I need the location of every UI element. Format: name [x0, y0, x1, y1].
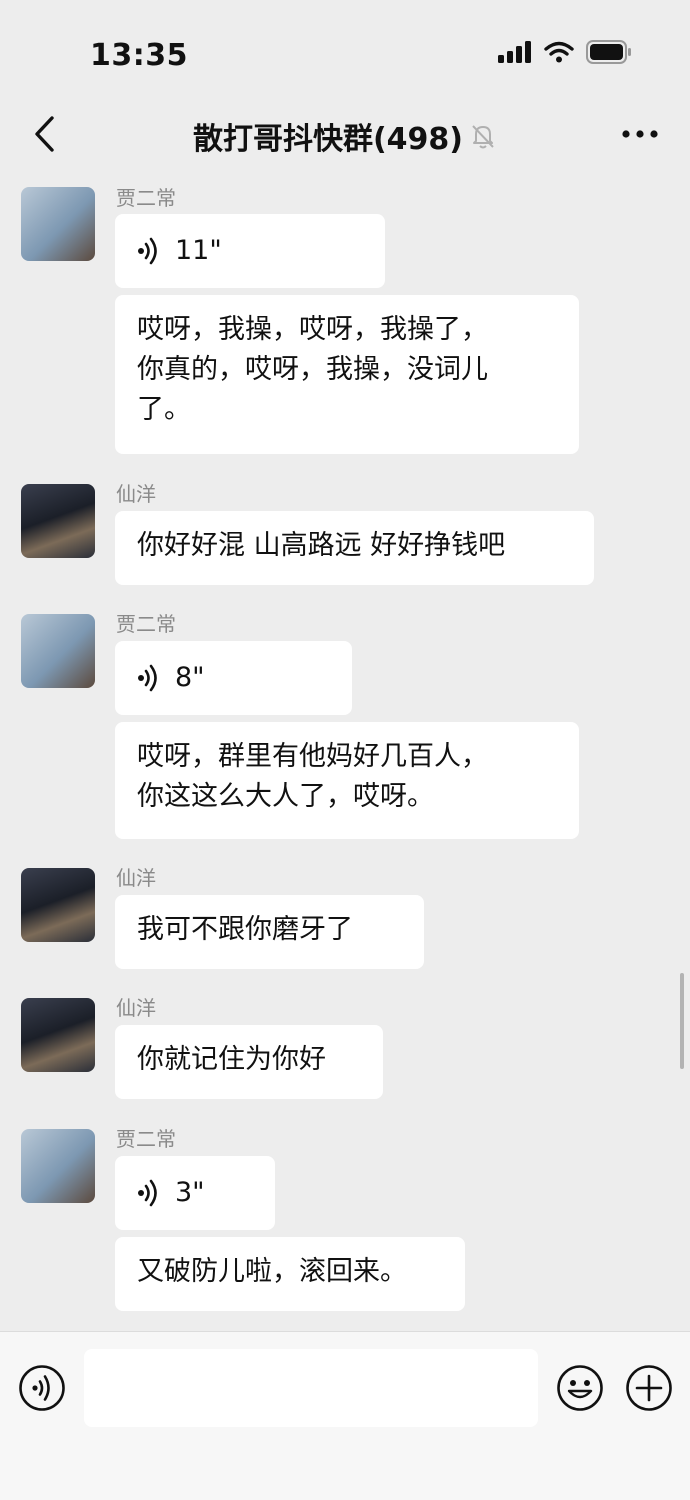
message-input[interactable]	[84, 1349, 538, 1427]
group-name: 散打哥抖快群(498)	[192, 122, 464, 157]
voice-message[interactable]: 3"	[115, 1156, 275, 1230]
text-message[interactable]: 哎呀，我操，哎呀，我操了， 你真的，哎呀，我操，没词儿 了。	[115, 295, 579, 454]
wifi-icon	[544, 41, 574, 63]
scrollbar[interactable]	[680, 973, 684, 1069]
sender-name: 贾二常	[116, 1127, 176, 1151]
message-line: 你这这么大人了，哎呀。	[137, 781, 434, 812]
sender-name: 仙洋	[116, 866, 156, 890]
muted-bell-icon	[472, 125, 494, 149]
message-line: 你好好混 山高路远 好好挣钱吧	[137, 530, 506, 561]
message-line: 哎呀，群里有他妈好几百人，	[137, 741, 488, 772]
sender-name: 贾二常	[116, 186, 176, 210]
voice-message[interactable]: 8"	[115, 641, 352, 715]
message-line: 我可不跟你磨牙了	[137, 914, 353, 945]
status-bar: 13:35	[0, 0, 690, 100]
avatar[interactable]	[21, 1129, 95, 1203]
text-message[interactable]: 我可不跟你磨牙了	[115, 895, 424, 969]
status-time: 13:35	[90, 38, 188, 73]
message-line: 你真的，哎呀，我操，没词儿	[137, 354, 488, 385]
message-line: 哎呀，我操，哎呀，我操了，	[137, 314, 488, 345]
voice-wave-icon	[138, 1179, 157, 1207]
avatar[interactable]	[21, 998, 95, 1072]
status-icons	[498, 40, 632, 64]
nav-bar: 散打哥抖快群(498)	[0, 100, 690, 170]
emoji-icon[interactable]	[556, 1364, 604, 1412]
avatar[interactable]	[21, 868, 95, 942]
chat-title: 散打哥抖快群(498)	[0, 114, 690, 158]
message-line: 又破防儿啦，滚回来。	[137, 1256, 407, 1287]
battery-icon	[586, 40, 631, 64]
voice-wave-icon	[138, 237, 157, 265]
plus-icon[interactable]	[625, 1364, 673, 1412]
voice-input-icon[interactable]	[18, 1364, 66, 1412]
voice-duration: 11"	[175, 235, 222, 266]
text-message[interactable]: 你就记住为你好	[115, 1025, 383, 1099]
text-message[interactable]: 哎呀，群里有他妈好几百人， 你这这么大人了，哎呀。	[115, 722, 579, 839]
signal-icon	[498, 41, 531, 63]
message-list[interactable]: 贾二常 11" 哎呀，我操，哎呀，我操了， 你真的，哎呀，我操，没词儿 了。 仙…	[0, 170, 690, 1330]
sender-name: 仙洋	[116, 996, 156, 1020]
avatar[interactable]	[21, 484, 95, 558]
message-line: 了。	[137, 394, 191, 425]
voice-message[interactable]: 11"	[115, 214, 385, 288]
avatar[interactable]	[21, 614, 95, 688]
text-message[interactable]: 你好好混 山高路远 好好挣钱吧	[115, 511, 594, 585]
avatar[interactable]	[21, 187, 95, 261]
input-bar	[0, 1331, 690, 1500]
sender-name: 仙洋	[116, 482, 156, 506]
text-message[interactable]: 又破防儿啦，滚回来。	[115, 1237, 465, 1311]
voice-duration: 8"	[175, 662, 205, 693]
message-line: 你就记住为你好	[137, 1044, 326, 1075]
voice-wave-icon	[138, 664, 157, 692]
sender-name: 贾二常	[116, 612, 176, 636]
voice-duration: 3"	[175, 1177, 205, 1208]
more-dots-icon[interactable]	[618, 114, 662, 154]
